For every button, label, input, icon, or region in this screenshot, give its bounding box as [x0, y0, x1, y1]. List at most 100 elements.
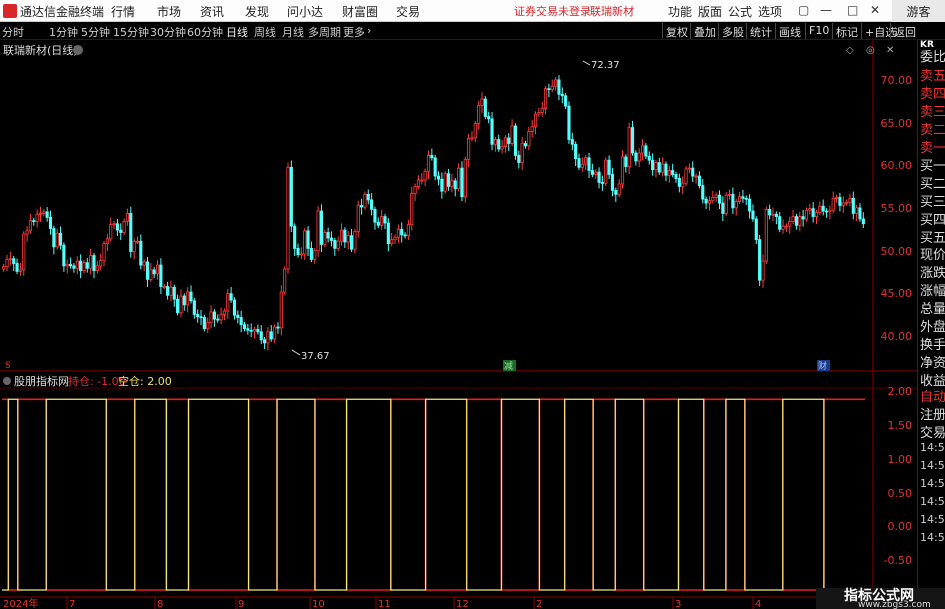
candle-body: [269, 331, 273, 340]
period-5min[interactable]: 5分钟: [81, 24, 110, 40]
candle-body: [390, 239, 394, 245]
more-chevron-icon[interactable]: ›: [367, 24, 371, 37]
btn-f10[interactable]: F10: [805, 23, 829, 39]
quote-trade[interactable]: 交易: [920, 422, 945, 441]
y-tick-60: 60.00: [881, 159, 913, 172]
candle-body: [620, 156, 625, 185]
period-more[interactable]: 更多: [343, 24, 365, 40]
candle-body: [503, 137, 507, 148]
menu-xuanxiang[interactable]: 选项: [758, 3, 782, 20]
candle-body: [199, 316, 203, 319]
candle-body: [543, 88, 548, 109]
minimize-icon[interactable]: —: [820, 3, 832, 17]
candle-body: [32, 220, 36, 222]
btn-huaxian[interactable]: 画线: [775, 23, 801, 39]
candle-body: [637, 152, 641, 162]
candle-body: [687, 167, 691, 170]
tick-time: 14:5: [920, 531, 945, 544]
period-1min[interactable]: 1分钟: [49, 24, 78, 40]
menu-wenxiaoda[interactable]: 问小达: [287, 3, 323, 20]
chart-options-icon[interactable]: [73, 45, 83, 55]
maximize-icon[interactable]: □: [847, 3, 858, 17]
indicator-options-icon[interactable]: [3, 377, 11, 385]
y-tick-45: 45.00: [881, 287, 913, 300]
menu-shichang[interactable]: 市场: [157, 3, 181, 20]
candle-body: [457, 167, 461, 190]
menu-hangqing[interactable]: 行情: [111, 3, 135, 20]
btn-fuquan[interactable]: 复权: [662, 23, 688, 39]
menu-banmian[interactable]: 版面: [698, 3, 722, 20]
candle-body: [560, 93, 564, 97]
candle-body: [129, 213, 133, 252]
x-tick-11: 11: [378, 599, 391, 609]
candle-body: [821, 205, 825, 212]
guest-button[interactable]: 游客: [892, 0, 945, 22]
close-panel-icon[interactable]: ✕: [886, 45, 894, 56]
period-fenshi[interactable]: 分时: [2, 24, 24, 40]
close-icon[interactable]: ✕: [870, 3, 880, 17]
period-multi[interactable]: 多周期: [308, 24, 341, 40]
period-60min[interactable]: 60分钟: [187, 24, 223, 40]
candle-body: [172, 286, 176, 300]
quote-sell2: 卖二: [920, 123, 945, 138]
quote-auto[interactable]: 自动: [920, 386, 945, 405]
candle-body: [644, 145, 648, 157]
menu-zixun[interactable]: 资讯: [200, 3, 224, 20]
candle-body: [413, 185, 417, 194]
btn-biaoji[interactable]: 标记: [832, 23, 858, 39]
candle-body: [630, 127, 635, 154]
expand-icon[interactable]: ◇: [846, 45, 854, 56]
candle-body: [744, 197, 748, 200]
btn-diejia[interactable]: 叠加: [690, 23, 716, 39]
period-15min[interactable]: 15分钟: [113, 24, 149, 40]
candle-body: [293, 225, 297, 249]
candle-body: [403, 234, 407, 237]
candle-body: [266, 331, 270, 344]
candle-body: [440, 178, 444, 192]
candle-body: [112, 223, 116, 226]
quote-panel: KR 委比 卖五 卖四 卖三 卖二 卖一 买一 买二 买三 买四 买五 现价 涨…: [917, 40, 945, 609]
candle-body: [731, 193, 735, 209]
app-title: 通达信金融终端: [20, 5, 105, 19]
candle-body: [707, 200, 712, 204]
candle-body: [360, 205, 364, 208]
menu-gongneng[interactable]: 功能: [668, 3, 692, 20]
quote-register[interactable]: 注册: [920, 404, 945, 423]
chart-area[interactable]: 联瑞新材(日线) ◇ ◎ ✕ 70.00 65.00 60.00 55.00 5…: [0, 40, 917, 609]
candle-body: [259, 331, 263, 341]
candle-body: [380, 216, 384, 226]
candle-body: [523, 143, 528, 147]
btn-duogu[interactable]: 多股: [718, 23, 744, 39]
quote-change-pct: 涨幅: [920, 284, 945, 299]
quote-volume: 总量: [920, 302, 945, 317]
candle-body: [256, 329, 260, 333]
trade-login-warning[interactable]: 证券交易未登录: [514, 3, 591, 19]
fullscreen-icon[interactable]: ▢: [798, 3, 809, 17]
candle-body: [406, 224, 410, 237]
candle-body: [446, 173, 451, 187]
period-weekly[interactable]: 周线: [254, 24, 276, 40]
candle-body: [694, 175, 698, 178]
period-daily[interactable]: 日线: [226, 24, 248, 40]
candle-body: [242, 324, 247, 330]
candle-body: [697, 175, 701, 186]
menu-gongshi[interactable]: 公式: [728, 3, 752, 20]
candle-body: [557, 79, 561, 95]
candle-body: [166, 286, 170, 296]
settings-icon[interactable]: ◎: [866, 45, 875, 56]
period-30min[interactable]: 30分钟: [150, 24, 186, 40]
candle-body: [711, 197, 715, 202]
btn-back[interactable]: 返回: [890, 23, 916, 39]
candle-body: [119, 229, 123, 233]
candle-body: [279, 291, 283, 329]
candle-body: [577, 158, 581, 168]
period-monthly[interactable]: 月线: [282, 24, 304, 40]
menu-caifuquan[interactable]: 财富圈: [342, 3, 378, 20]
candle-body: [674, 174, 678, 179]
btn-tongji[interactable]: 统计: [746, 23, 772, 39]
menu-jiaoyi[interactable]: 交易: [396, 3, 420, 20]
hold-line: [2, 398, 865, 591]
y-tick-50: 50.00: [881, 245, 913, 258]
candle-body: [480, 98, 484, 106]
menu-faxian[interactable]: 发现: [245, 3, 269, 20]
